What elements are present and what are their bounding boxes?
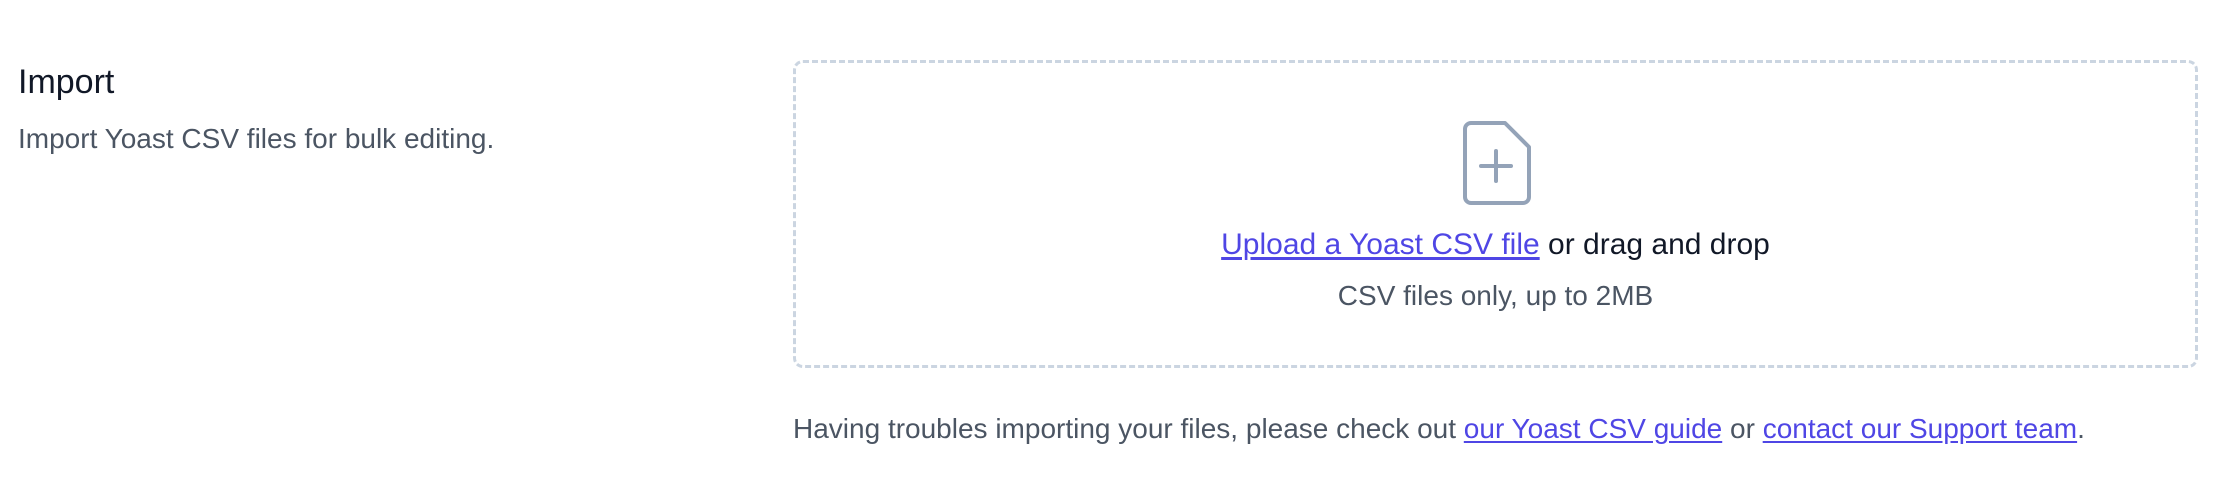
help-middle: or [1722,413,1763,444]
section-title: Import [18,63,115,101]
help-prefix: Having troubles importing your files, pl… [793,413,1464,444]
file-type-hint: CSV files only, up to 2MB [1337,280,1654,311]
section-description: Import Yoast CSV files for bulk editing. [18,123,495,154]
file-plus-icon [1462,121,1531,205]
help-text: Having troubles importing your files, pl… [793,410,2085,448]
support-team-link[interactable]: contact our Support team [1763,413,2077,444]
upload-csv-link[interactable]: Upload a Yoast CSV file [1221,228,1540,261]
upload-suffix-text: or drag and drop [1539,228,1770,261]
help-suffix: . [2077,413,2085,444]
import-settings-page: Import Import Yoast CSV files for bulk e… [0,0,2240,504]
import-section-intro: Import Import Yoast CSV files for bulk e… [18,58,738,158]
csv-guide-link[interactable]: our Yoast CSV guide [1464,413,1722,444]
csv-dropzone[interactable]: Upload a Yoast CSV file or drag and drop… [793,60,2198,368]
upload-instructions: Upload a Yoast CSV file or drag and drop [796,225,2195,265]
